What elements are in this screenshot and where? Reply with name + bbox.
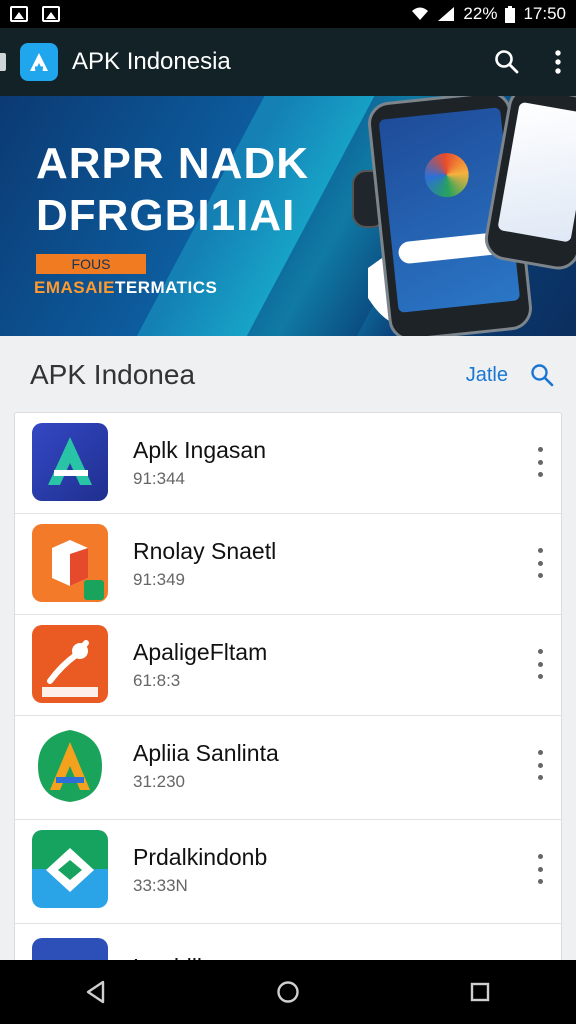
recents-icon[interactable] bbox=[469, 981, 491, 1003]
status-bar: 22% 17:50 bbox=[0, 0, 576, 28]
app-logo-icon bbox=[20, 43, 58, 81]
app-meta: 91:349 bbox=[133, 570, 185, 589]
list-item[interactable]: Rnolay Snaetl 91:349 bbox=[15, 514, 561, 615]
back-icon[interactable] bbox=[85, 980, 107, 1004]
screen: 22% 17:50 APK Indonesia ARPR NADK DFRGBI… bbox=[0, 0, 576, 1024]
battery-icon bbox=[505, 5, 516, 23]
section-header: APK Indonea Jatle bbox=[0, 336, 576, 414]
android-a-icon bbox=[32, 423, 108, 501]
wifi-icon bbox=[412, 7, 429, 20]
list-item[interactable]: ApaligeFltam 61:8:3 bbox=[15, 615, 561, 716]
clock: 17:50 bbox=[523, 4, 566, 23]
signal-icon bbox=[438, 7, 455, 21]
navigation-bar bbox=[0, 960, 576, 1024]
a-leaf-icon bbox=[32, 726, 108, 804]
globe-icon bbox=[422, 150, 471, 200]
app-meta: 61:8:3 bbox=[133, 671, 181, 690]
section-title: APK Indonea bbox=[30, 359, 196, 390]
more-vertical-icon[interactable] bbox=[533, 548, 547, 578]
more-vertical-icon[interactable] bbox=[554, 50, 562, 74]
app-bar: APK Indonesia bbox=[0, 28, 576, 96]
banner-subline: EMASAIETERMATICS bbox=[34, 278, 217, 298]
app-meta: 33:33N bbox=[133, 876, 188, 895]
more-vertical-icon[interactable] bbox=[533, 750, 547, 780]
section-link[interactable]: Jatle bbox=[466, 364, 508, 387]
app-name: ApaligeFltam bbox=[133, 639, 268, 665]
banner-subline-a: EMASAIE bbox=[34, 278, 115, 297]
diamond-icon bbox=[32, 830, 108, 908]
app-title: APK Indonesia bbox=[72, 48, 231, 75]
more-vertical-icon[interactable] bbox=[533, 854, 547, 884]
app-name: Prdalkindonb bbox=[133, 844, 268, 870]
search-icon[interactable] bbox=[494, 49, 520, 75]
search-icon[interactable] bbox=[530, 363, 554, 387]
app-name: Aplk Ingasan bbox=[133, 437, 266, 463]
promo-banner[interactable]: ARPR NADK DFRGBI1IAI FOUS EMASAIETERMATI… bbox=[0, 96, 576, 336]
app-name: Apliia Sanlinta bbox=[133, 740, 279, 766]
list-item[interactable]: Aplk Ingasan 91:344 bbox=[15, 413, 561, 514]
list-item[interactable]: Apliia Sanlinta 31:230 bbox=[15, 716, 561, 820]
home-icon[interactable] bbox=[276, 980, 300, 1004]
banner-headline: ARPR NADK DFRGBI1IAI bbox=[36, 139, 309, 240]
more-vertical-icon[interactable] bbox=[533, 649, 547, 679]
app-name: Rnolay Snaetl bbox=[133, 538, 277, 564]
drawer-edge-icon[interactable] bbox=[0, 53, 6, 71]
box-icon bbox=[32, 524, 108, 602]
banner-tag: FOUS bbox=[36, 254, 146, 274]
list-item[interactable]: Prdalkindonb 33:33N bbox=[15, 820, 561, 924]
app-list: Aplk Ingasan 91:344 Rnolay Snaetl 91:349… bbox=[14, 412, 562, 972]
app-meta: 31:230 bbox=[133, 772, 185, 791]
banner-subline-b: TERMATICS bbox=[114, 278, 218, 297]
image-icon bbox=[42, 6, 60, 22]
app-meta: 91:344 bbox=[133, 469, 185, 488]
plug-icon bbox=[32, 625, 108, 703]
image-icon bbox=[10, 6, 28, 22]
more-vertical-icon[interactable] bbox=[533, 447, 547, 477]
battery-level: 22% bbox=[463, 4, 498, 23]
